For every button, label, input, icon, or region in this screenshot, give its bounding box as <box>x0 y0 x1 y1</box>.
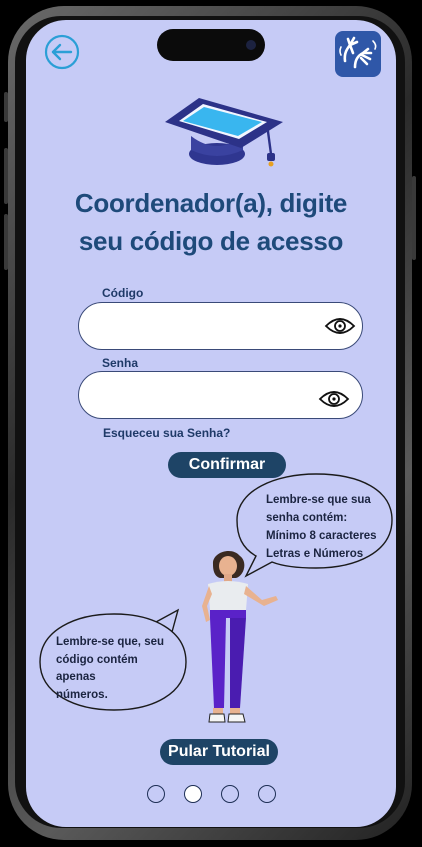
tip-line: código contém apenas <box>56 653 138 684</box>
tip-line: senha contém: <box>266 512 348 524</box>
page-dot[interactable] <box>258 785 276 803</box>
app-screen: Coordenador(a), digite seu código de ace… <box>26 20 396 827</box>
tutorial-character-illustration <box>202 550 278 723</box>
phone-side-button <box>4 148 8 204</box>
phone-side-button <box>412 176 416 260</box>
pagination-dots <box>147 785 287 805</box>
page-dot[interactable] <box>147 785 165 803</box>
tip-line: Lembre-se que, seu <box>56 636 165 648</box>
phone-side-button <box>4 214 8 270</box>
tip-line: números. <box>56 688 108 701</box>
page-dot[interactable] <box>221 785 239 803</box>
phone-side-button <box>4 92 8 122</box>
tip-line: Lembre-se que sua <box>266 494 371 506</box>
code-tip-text: Lembre-se que, seu código contém apenas … <box>56 634 180 704</box>
skip-tutorial-button[interactable]: Pular Tutorial <box>160 739 278 765</box>
page-dot-active[interactable] <box>184 785 202 803</box>
tip-line: Mínimo 8 caracteres <box>266 530 377 542</box>
